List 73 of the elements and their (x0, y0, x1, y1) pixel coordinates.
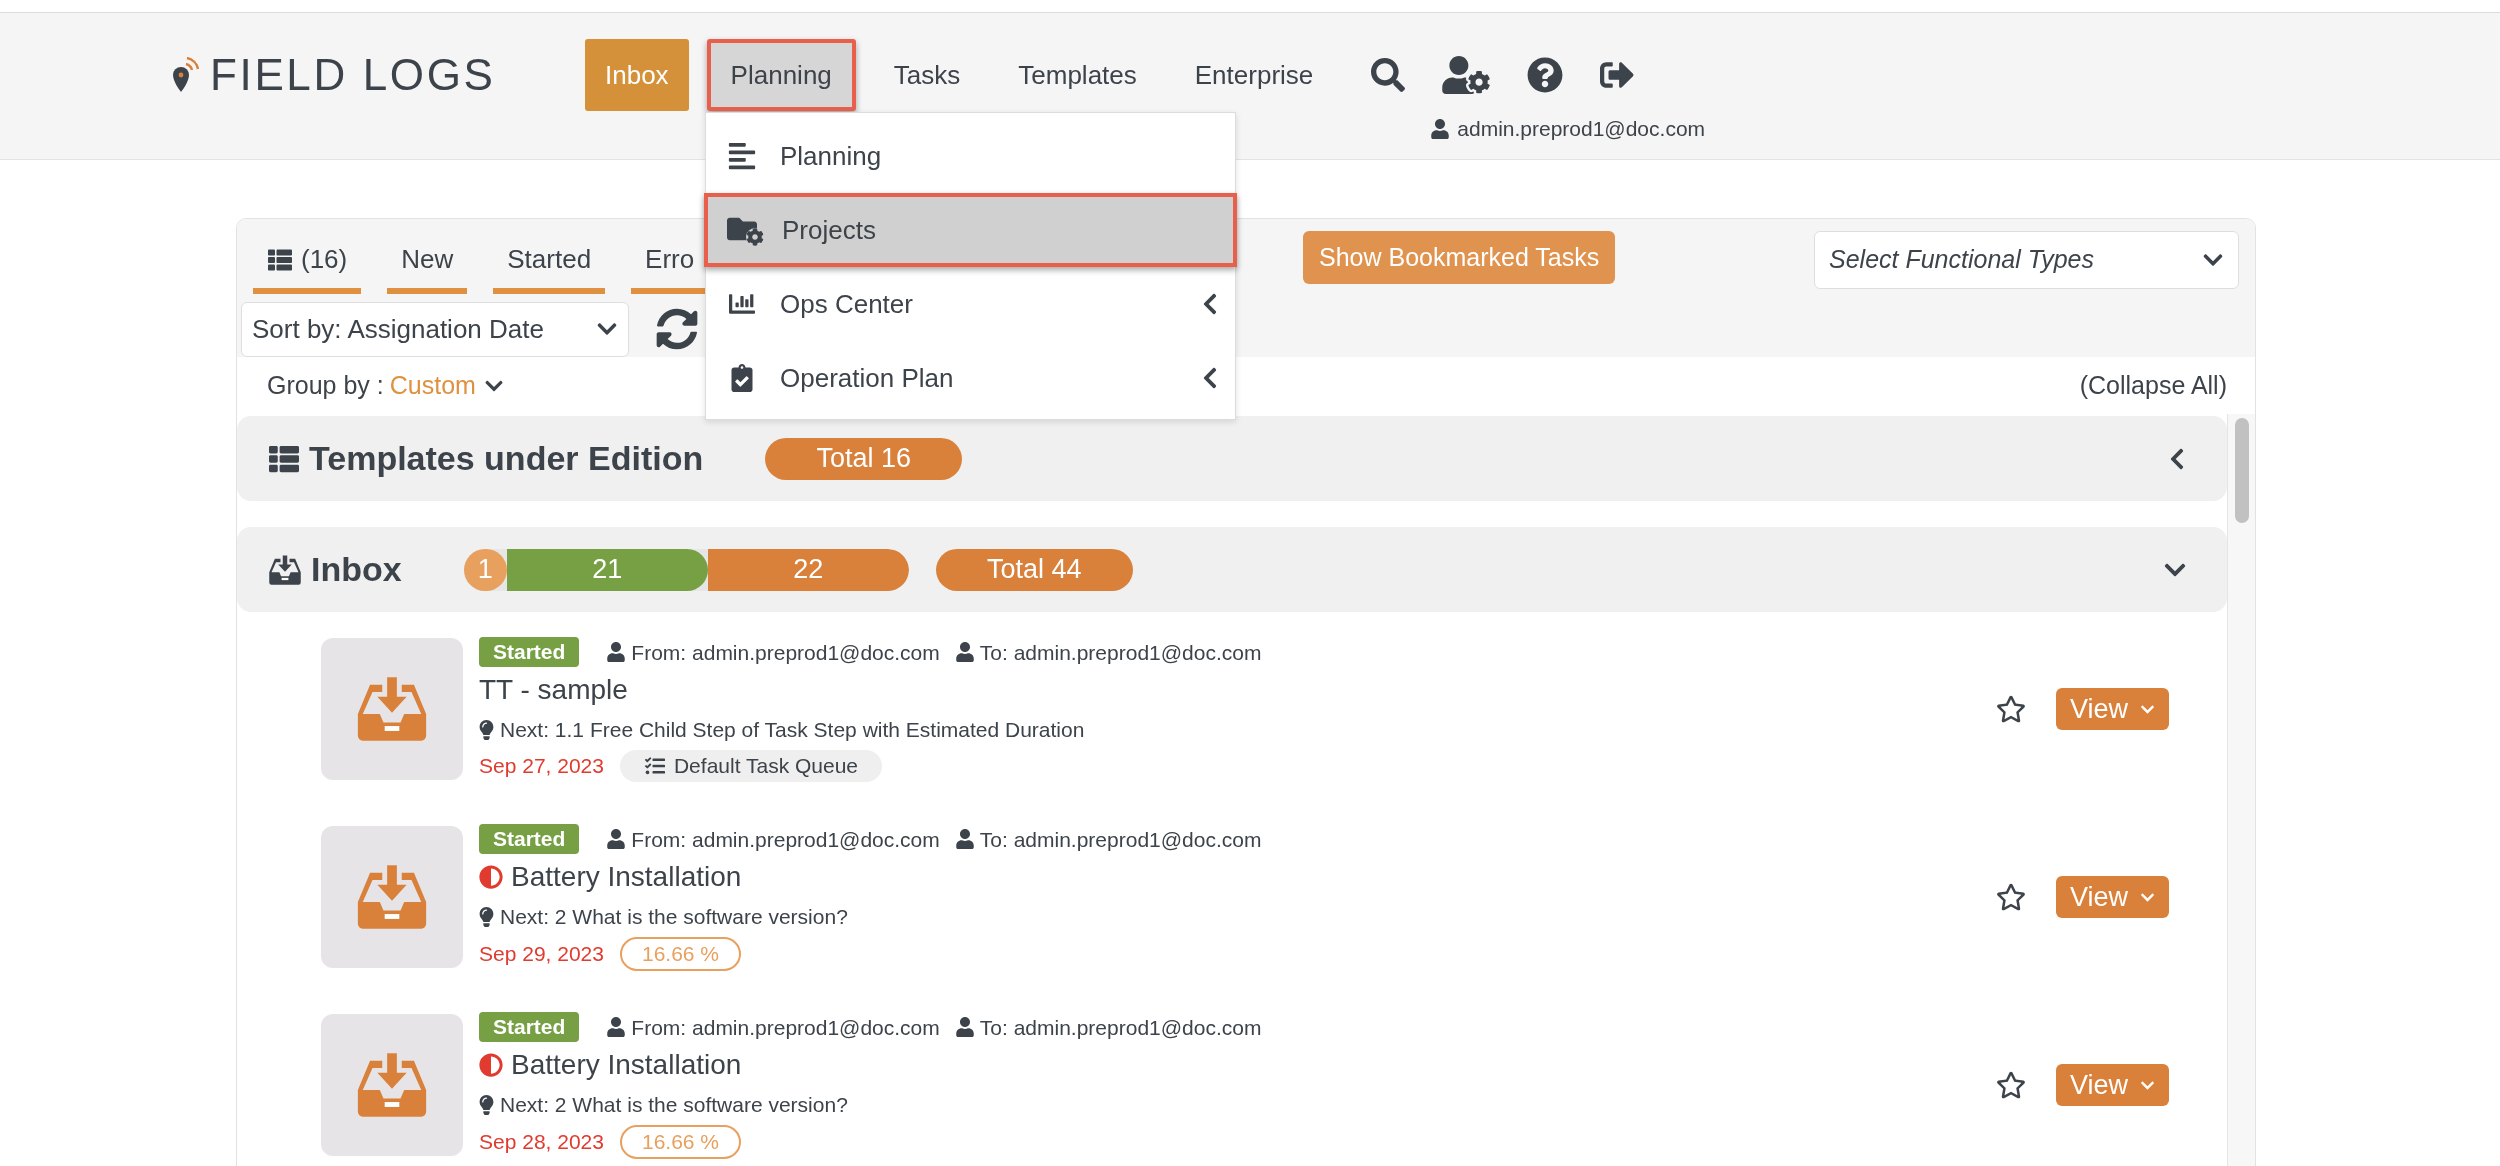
from-text: From: admin.preprod1@doc.com (631, 826, 940, 853)
user-icon (607, 1017, 626, 1038)
status-badge: Started (479, 1012, 580, 1043)
list-icon (267, 443, 301, 474)
status-badge: Started (479, 824, 580, 855)
user-icon (955, 1017, 974, 1038)
due-date: Sep 27, 2023 (479, 752, 604, 779)
status-badge: Started (479, 637, 580, 668)
menu-item[interactable]: Ops Center (706, 267, 1235, 341)
total-badge: Total 44 (935, 548, 1133, 591)
total-badge: Total 16 (765, 437, 963, 480)
user-icon (607, 829, 626, 850)
nav-tab[interactable]: Planning (706, 39, 856, 111)
menu-item[interactable]: Operation Plan (706, 341, 1235, 415)
task-list-icon (643, 755, 666, 776)
from-text: From: admin.preprod1@doc.com (631, 639, 940, 666)
next-step-text: Next: 2 What is the software version? (500, 904, 848, 930)
collapse-all-link[interactable]: (Collapse All) (2079, 366, 2227, 405)
scrollbar[interactable] (2227, 414, 2255, 1166)
star-icon[interactable] (1996, 882, 2026, 912)
lightbulb-icon (479, 906, 494, 927)
logo-text: FIELD LOGS (210, 49, 496, 101)
lightbulb-icon (479, 1094, 494, 1115)
task-title: Battery Installation (511, 1048, 742, 1082)
section-header[interactable]: Inbox 1 21 22 Total 44 (237, 527, 2228, 612)
nav-tab[interactable]: Tasks (873, 39, 981, 111)
section-title: Templates under Edition (309, 438, 704, 479)
next-step-text: Next: 1.1 Free Child Step of Task Step with Estimated Duration (500, 717, 1085, 743)
group-by-label: Group by : (267, 369, 384, 401)
search-icon[interactable] (1371, 58, 1406, 92)
help-icon[interactable] (1527, 57, 1564, 93)
sort-select[interactable]: Sort by: Assignation Date (241, 301, 629, 357)
menu-item[interactable]: Projects (704, 193, 1237, 267)
star-icon[interactable] (1996, 694, 2026, 724)
section-title: Inbox (311, 549, 402, 590)
queue-tag: Default Task Queue (619, 749, 882, 782)
section-header[interactable]: Templates under Edition Total 16 (237, 416, 2228, 501)
filter-tab[interactable]: (16) (253, 231, 362, 294)
due-date: Sep 28, 2023 (479, 1128, 604, 1155)
filter-tab[interactable]: New (387, 231, 468, 294)
status-count-segment: 22 (707, 548, 909, 591)
task-title: Battery Installation (511, 860, 742, 894)
user-icon (607, 642, 626, 663)
refresh-icon[interactable] (656, 308, 698, 350)
nav-tab[interactable]: Enterprise (1174, 39, 1334, 111)
next-step-text: Next: 2 What is the software version? (500, 1092, 848, 1118)
user-email: admin.preprod1@doc.com (1457, 116, 1706, 142)
lightbulb-icon (479, 719, 494, 740)
list-icon (267, 247, 293, 272)
user-icon (1431, 118, 1450, 139)
chevron-left-icon (1201, 292, 1219, 316)
bar-chart-icon (727, 291, 757, 317)
to-text: To: admin.preprod1@doc.com (979, 1014, 1262, 1041)
to-text: To: admin.preprod1@doc.com (979, 826, 1262, 853)
to-text: To: admin.preprod1@doc.com (979, 639, 1262, 666)
menu-item[interactable]: Planning (706, 119, 1235, 193)
functional-types-select[interactable]: Select Functional Types (1814, 231, 2239, 289)
status-count-segment: 1 (463, 548, 507, 591)
user-icon (955, 829, 974, 850)
nav-tab[interactable]: Templates (998, 39, 1157, 111)
due-date: Sep 29, 2023 (479, 940, 604, 967)
inbox-tray-icon (267, 552, 303, 587)
chevron-left-icon (1201, 366, 1219, 390)
filter-tab[interactable]: Started (493, 231, 606, 294)
status-count-segment: 21 (506, 548, 708, 591)
task-title: TT - sample (479, 673, 628, 707)
from-text: From: admin.preprod1@doc.com (631, 1014, 940, 1041)
user-settings-icon[interactable] (1441, 56, 1492, 94)
progress-tag: 16.66 % (619, 1124, 741, 1159)
user-icon (955, 642, 974, 663)
clipboard-check-icon (730, 364, 754, 392)
progress-tag: 16.66 % (619, 936, 741, 971)
star-icon[interactable] (1996, 1070, 2026, 1100)
